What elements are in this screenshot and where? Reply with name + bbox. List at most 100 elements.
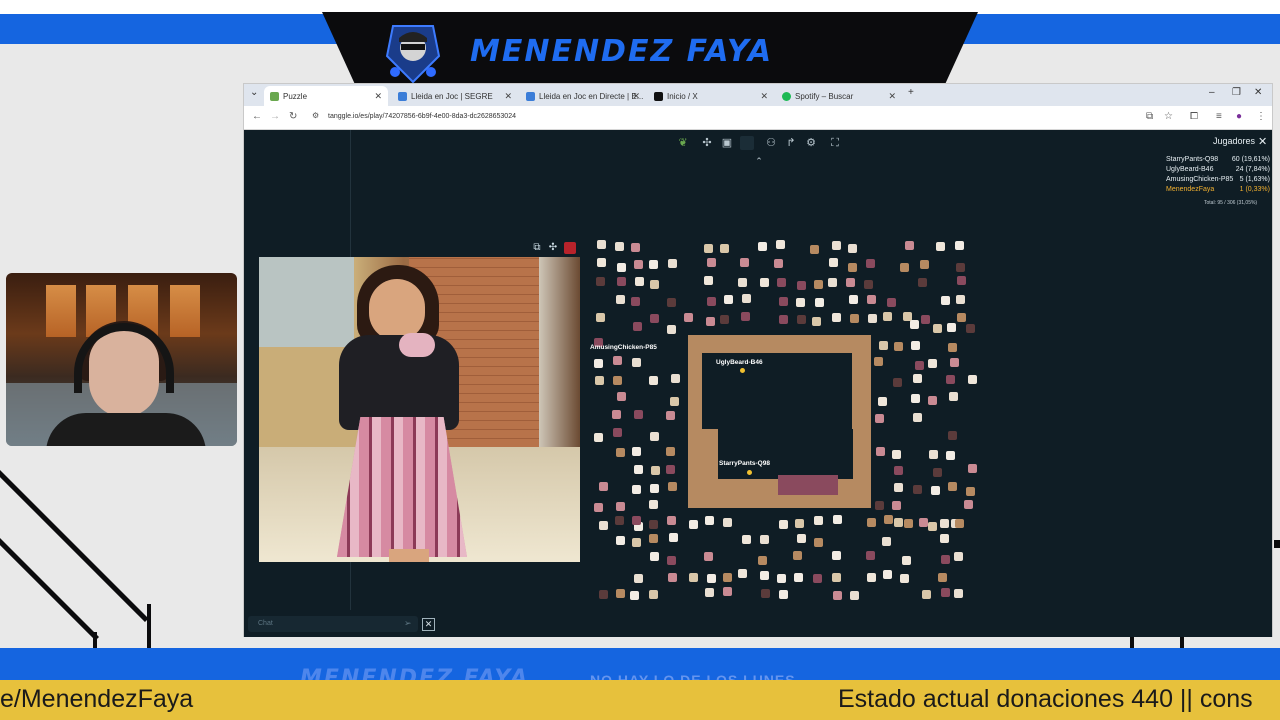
new-tab-button[interactable]: +	[908, 87, 914, 98]
puzzle-piece[interactable]	[599, 482, 608, 491]
puzzle-piece[interactable]	[894, 466, 903, 475]
puzzle-piece[interactable]	[668, 259, 677, 268]
puzzle-piece[interactable]	[867, 295, 876, 304]
puzzle-piece[interactable]	[913, 485, 922, 494]
puzzle-piece[interactable]	[779, 520, 788, 529]
puzzle-piece[interactable]	[848, 263, 857, 272]
puzzle-piece[interactable]	[668, 573, 677, 582]
puzzle-piece[interactable]	[884, 515, 893, 524]
puzzle-piece[interactable]	[910, 320, 919, 329]
puzzle-piece[interactable]	[649, 590, 658, 599]
puzzle-piece[interactable]	[797, 534, 806, 543]
puzzle-piece[interactable]	[940, 519, 949, 528]
puzzle-piece[interactable]	[704, 244, 713, 253]
loose-pieces-area[interactable]	[244, 130, 1272, 637]
puzzle-piece[interactable]	[615, 516, 624, 525]
close-tab-icon[interactable]: ✕	[760, 91, 768, 102]
maximize-button[interactable]: ❐	[1232, 87, 1241, 98]
close-window-button[interactable]: ✕	[1254, 87, 1262, 98]
media-icon[interactable]: ≡	[1216, 111, 1222, 122]
puzzle-piece[interactable]	[918, 278, 927, 287]
puzzle-piece[interactable]	[779, 297, 788, 306]
puzzle-piece[interactable]	[846, 278, 855, 287]
tab-spotify[interactable]: Spotify – Buscar ✕	[776, 86, 902, 106]
puzzle-piece[interactable]	[879, 341, 888, 350]
puzzle-piece[interactable]	[599, 590, 608, 599]
puzzle-piece[interactable]	[946, 375, 955, 384]
puzzle-piece[interactable]	[874, 357, 883, 366]
puzzle-piece[interactable]	[796, 298, 805, 307]
puzzle-piece[interactable]	[812, 317, 821, 326]
puzzle-piece[interactable]	[941, 296, 950, 305]
puzzle-piece[interactable]	[815, 298, 824, 307]
menu-icon[interactable]: ⋮	[1256, 111, 1266, 122]
puzzle-piece[interactable]	[723, 573, 732, 582]
puzzle-piece[interactable]	[776, 240, 785, 249]
puzzle-piece[interactable]	[850, 591, 859, 600]
puzzle-piece[interactable]	[634, 260, 643, 269]
puzzle-piece[interactable]	[966, 324, 975, 333]
puzzle-piece[interactable]	[632, 516, 641, 525]
puzzle-piece[interactable]	[666, 411, 675, 420]
puzzle-piece[interactable]	[921, 315, 930, 324]
puzzle-piece[interactable]	[956, 295, 965, 304]
puzzle-piece[interactable]	[849, 295, 858, 304]
puzzle-piece[interactable]	[617, 392, 626, 401]
puzzle-piece[interactable]	[919, 518, 928, 527]
puzzle-piece[interactable]	[649, 520, 658, 529]
close-tab-icon[interactable]: ✕	[504, 91, 512, 102]
puzzle-piece[interactable]	[933, 468, 942, 477]
puzzle-piece[interactable]	[813, 574, 822, 583]
puzzle-piece[interactable]	[777, 574, 786, 583]
close-chat-icon[interactable]: ✕	[422, 618, 435, 631]
puzzle-piece[interactable]	[632, 538, 641, 547]
puzzle-piece[interactable]	[875, 501, 884, 510]
puzzle-piece[interactable]	[882, 537, 891, 546]
puzzle-piece[interactable]	[887, 298, 896, 307]
bookmark-star-icon[interactable]: ☆	[1164, 111, 1173, 122]
puzzle-piece[interactable]	[760, 571, 769, 580]
puzzle-piece[interactable]	[941, 588, 950, 597]
puzzle-piece[interactable]	[651, 466, 660, 475]
puzzle-piece[interactable]	[632, 447, 641, 456]
puzzle-piece[interactable]	[911, 394, 920, 403]
puzzle-piece[interactable]	[649, 500, 658, 509]
puzzle-piece[interactable]	[946, 451, 955, 460]
puzzle-piece[interactable]	[929, 450, 938, 459]
puzzle-game-canvas[interactable]: ❦ ✣ ▣ ⚇ ↱ ⚙ ⛶ ⌃ Jugadores ✕ StarryPants-…	[244, 130, 1272, 637]
puzzle-piece[interactable]	[900, 263, 909, 272]
puzzle-piece[interactable]	[814, 280, 823, 289]
tab-segre[interactable]: Lleida en Joc | SEGRE ✕	[392, 86, 518, 106]
puzzle-piece[interactable]	[829, 258, 838, 267]
puzzle-piece[interactable]	[894, 342, 903, 351]
puzzle-piece[interactable]	[867, 573, 876, 582]
puzzle-piece[interactable]	[741, 312, 750, 321]
puzzle-piece[interactable]	[649, 376, 658, 385]
puzzle-piece[interactable]	[911, 341, 920, 350]
puzzle-piece[interactable]	[779, 590, 788, 599]
puzzle-piece[interactable]	[964, 500, 973, 509]
puzzle-piece[interactable]	[894, 483, 903, 492]
puzzle-piece[interactable]	[933, 324, 942, 333]
puzzle-piece[interactable]	[742, 535, 751, 544]
puzzle-piece[interactable]	[596, 277, 605, 286]
puzzle-piece[interactable]	[667, 556, 676, 565]
puzzle-piece[interactable]	[968, 464, 977, 473]
puzzle-piece[interactable]	[875, 414, 884, 423]
puzzle-piece[interactable]	[597, 258, 606, 267]
puzzle-piece[interactable]	[707, 297, 716, 306]
puzzle-piece[interactable]	[950, 358, 959, 367]
puzzle-piece[interactable]	[774, 259, 783, 268]
tab-search-icon[interactable]: ⌄	[250, 87, 258, 98]
puzzle-piece[interactable]	[848, 244, 857, 253]
puzzle-piece[interactable]	[667, 325, 676, 334]
close-tab-icon[interactable]: ✕	[888, 91, 896, 102]
puzzle-piece[interactable]	[949, 392, 958, 401]
puzzle-piece[interactable]	[594, 503, 603, 512]
puzzle-piece[interactable]	[936, 242, 945, 251]
puzzle-piece[interactable]	[894, 518, 903, 527]
puzzle-piece[interactable]	[968, 375, 977, 384]
puzzle-piece[interactable]	[868, 314, 877, 323]
extensions-icon[interactable]: ⧠	[1190, 111, 1198, 122]
chat-input[interactable]: Chat ➢	[248, 616, 418, 632]
